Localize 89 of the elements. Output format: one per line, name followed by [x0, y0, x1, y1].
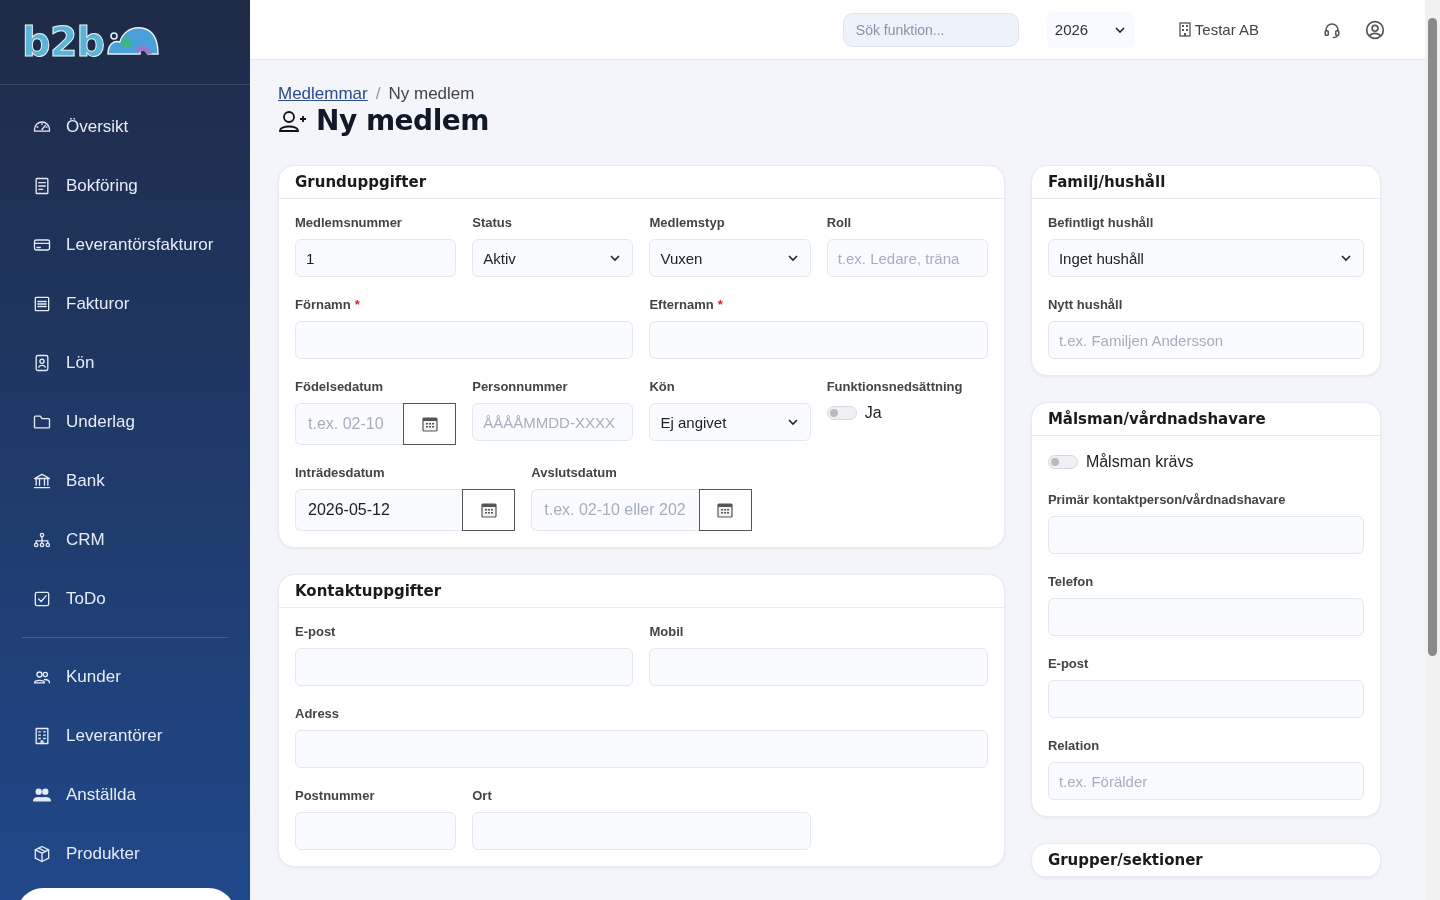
field-label: Telefon: [1047, 574, 1094, 591]
select-field[interactable]: Ej angivet: [649, 403, 811, 441]
field-label: Funktionsnedsättning: [826, 379, 963, 396]
card-title: Kontaktuppgifter: [295, 582, 442, 600]
breadcrumb-link[interactable]: Medlemmar: [278, 84, 368, 104]
add-user-icon: [278, 108, 308, 133]
field-label: Födelsedatum: [295, 379, 384, 396]
calendar-icon: [480, 502, 497, 518]
card-title: Grupper/sektioner: [1047, 851, 1203, 869]
date-field[interactable]: t.ex. 02-10 eller 202: [531, 489, 699, 531]
calendar-button[interactable]: [462, 489, 516, 531]
select-field[interactable]: Vuxen: [649, 239, 811, 277]
field-label: Primär kontaktperson/vårdnadshavare: [1047, 492, 1286, 509]
input-field[interactable]: ÅÅÅÅMMDD-XXXX: [472, 403, 634, 441]
input-field[interactable]: t.ex. Familjen Andersson: [1047, 321, 1364, 359]
input-field[interactable]: [649, 648, 988, 686]
input-field[interactable]: [295, 812, 457, 850]
nav-icon: [32, 843, 52, 864]
select-field[interactable]: Aktiv: [472, 239, 634, 277]
card-title: Grunduppgifter: [295, 173, 427, 191]
required-mark: *: [717, 297, 723, 312]
field-label: Status: [472, 215, 512, 232]
input-field[interactable]: [295, 730, 988, 768]
select-field[interactable]: Inget hushåll: [1047, 239, 1364, 277]
building-icon: [1178, 22, 1191, 37]
calendar-button[interactable]: [698, 489, 752, 531]
field-label: Relation: [1047, 738, 1100, 755]
search-field[interactable]: Sök funktion...: [842, 12, 1019, 47]
nav-item[interactable]: Produkter: [0, 824, 250, 883]
nav-item[interactable]: Bank: [0, 451, 250, 510]
nav-item[interactable]: Fakturor: [0, 274, 250, 333]
user-icon[interactable]: [1365, 19, 1385, 40]
field-label: Förnamn: [295, 297, 351, 314]
nav-item[interactable]: Översikt: [0, 97, 250, 156]
field-label: Ort: [472, 788, 492, 805]
field-label: Roll: [826, 215, 852, 232]
field-label: Adress: [295, 706, 340, 723]
toggle-label: Ja: [864, 404, 882, 422]
input-field[interactable]: [1047, 598, 1364, 636]
nav-item[interactable]: Leverantörer: [0, 706, 250, 765]
required-mark: *: [354, 297, 360, 312]
input-field[interactable]: [472, 812, 811, 850]
field-label: Avslutsdatum: [531, 465, 617, 482]
company-name: Testar AB: [1194, 21, 1259, 38]
field-label: Mobil: [649, 624, 684, 641]
calendar-icon: [717, 502, 734, 518]
date-field[interactable]: t.ex. 02-10: [295, 403, 404, 445]
field-label: E-post: [295, 624, 336, 641]
input-field[interactable]: [295, 648, 634, 686]
calendar-icon: [421, 416, 438, 432]
toggle-switch[interactable]: [1047, 455, 1078, 469]
field-label: Medlemstyp: [649, 215, 725, 232]
headset-icon[interactable]: [1323, 20, 1341, 39]
input-field[interactable]: t.ex. Förälder: [1047, 762, 1364, 800]
input-field[interactable]: 1: [295, 239, 457, 277]
toggle-label: Målsman krävs: [1085, 453, 1194, 471]
field-label: Befintligt hushåll: [1047, 215, 1154, 232]
card-title: Familj/hushåll: [1047, 173, 1166, 191]
breadcrumb-current: Ny medlem: [388, 84, 475, 104]
input-field[interactable]: [1047, 516, 1364, 554]
field-label: E-post: [1047, 656, 1089, 673]
nav-item[interactable]: CRM: [0, 510, 250, 569]
calendar-button[interactable]: [403, 403, 457, 445]
field-label: Nytt hushåll: [1047, 297, 1123, 314]
input-field[interactable]: [1047, 680, 1364, 718]
toggle-switch[interactable]: [826, 406, 857, 420]
logo-text: b2b: [22, 19, 105, 65]
year-select[interactable]: 2026: [1046, 11, 1135, 48]
input-field[interactable]: [649, 321, 988, 359]
field-label: Postnummer: [295, 788, 375, 805]
field-label: Efternamn: [649, 297, 714, 314]
nav-item[interactable]: Leverantörsfakturor: [0, 215, 250, 274]
nav-item[interactable]: Anställda: [0, 765, 250, 824]
nav-item[interactable]: Kunder: [0, 647, 250, 706]
nav-item[interactable]: Lön: [0, 333, 250, 392]
page-title: Ny medlem: [316, 104, 489, 137]
breadcrumb-separator: /: [375, 84, 381, 104]
card-title: Målsman/vårdnadshavare: [1047, 410, 1266, 428]
scrollbar[interactable]: [1425, 0, 1440, 900]
nav-item[interactable]: Bokföring: [0, 156, 250, 215]
input-field[interactable]: [295, 321, 634, 359]
nav-item[interactable]: ToDo: [0, 569, 250, 628]
field-label: Medlemsnummer: [295, 215, 402, 232]
field-label: Inträdesdatum: [295, 465, 385, 482]
field-label: Kön: [649, 379, 675, 396]
nav-item[interactable]: Underlag: [0, 392, 250, 451]
date-field[interactable]: 2026-05-12: [295, 489, 463, 531]
field-label: Personnummer: [472, 379, 568, 396]
input-field[interactable]: t.ex. Ledare, träna: [826, 239, 988, 277]
